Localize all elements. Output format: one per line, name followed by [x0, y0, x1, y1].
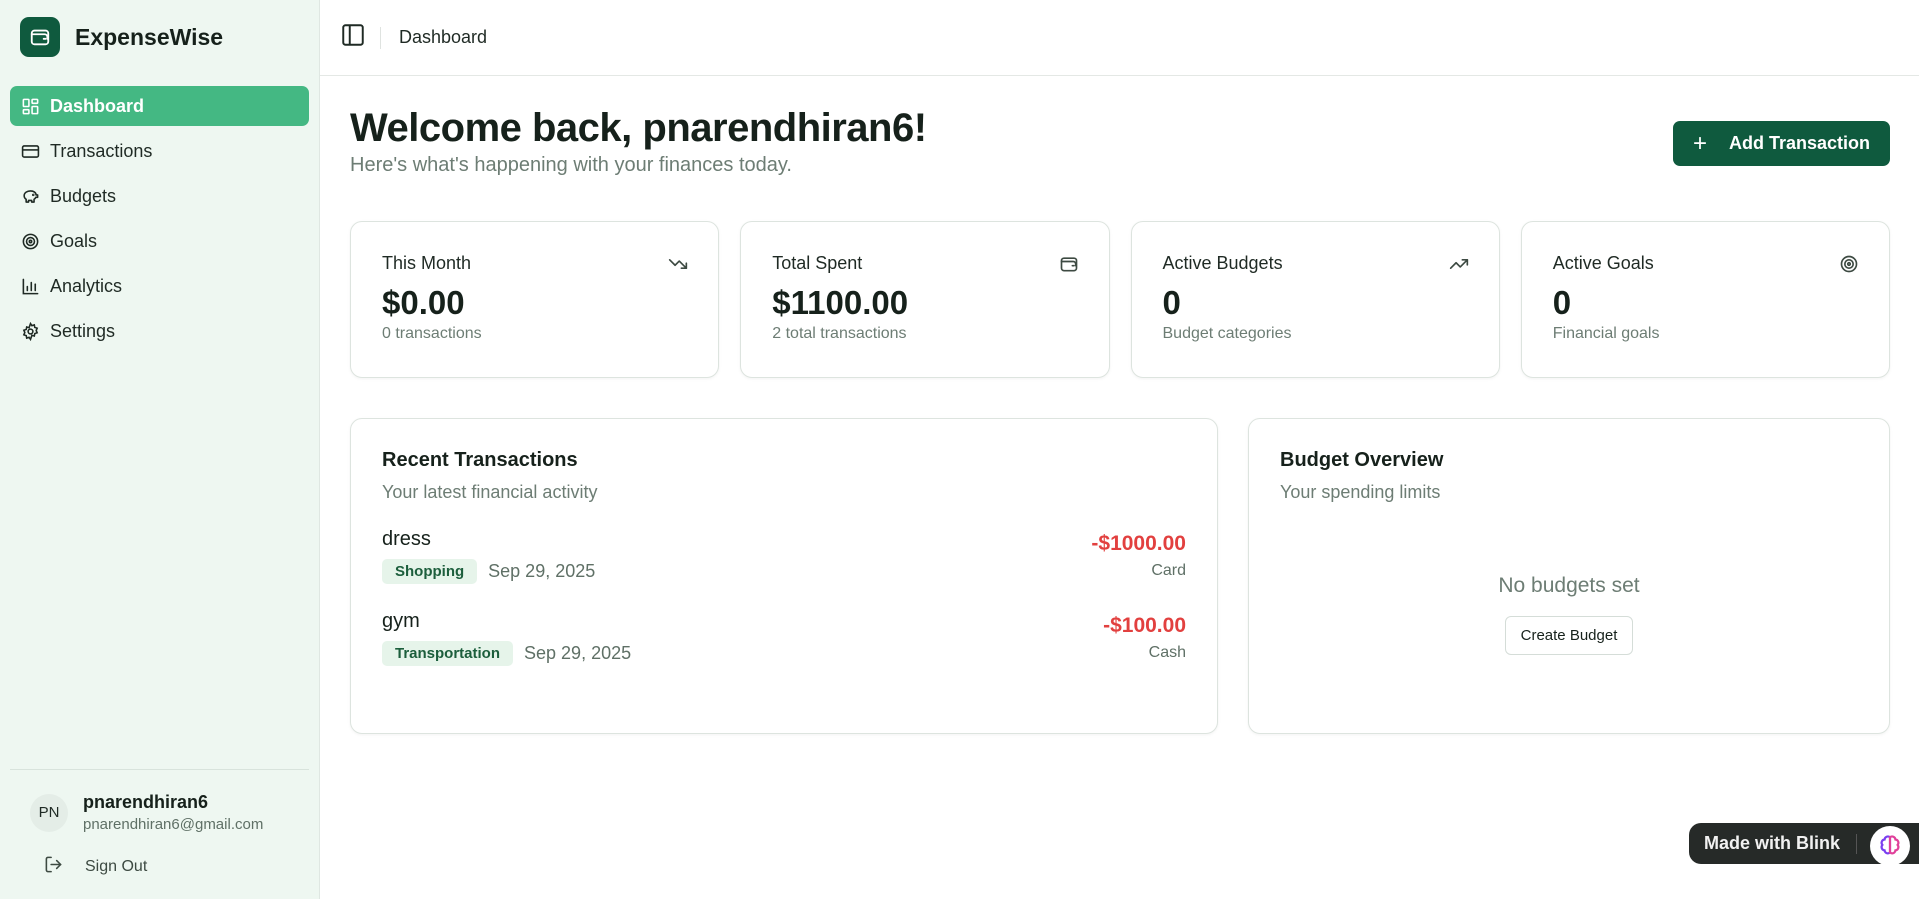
transaction-amount: -$100.00 [1103, 614, 1186, 637]
budget-overview-card: Budget Overview Your spending limits No … [1248, 418, 1890, 734]
trending-down-icon [668, 254, 688, 274]
transaction-date: Sep 29, 2025 [488, 561, 596, 581]
sidebar-toggle-icon[interactable] [340, 22, 366, 53]
dashboard-icon [21, 97, 40, 116]
sign-out-button[interactable]: Sign Out [10, 833, 309, 879]
transaction-list: dress Shopping Sep 29, 2025 -$1000.00 Ca… [382, 528, 1186, 692]
user-name: pnarendhiran6 [83, 792, 209, 812]
sidebar: ExpenseWise Dashboard Transactions Budge… [0, 0, 320, 899]
sidebar-item-goals[interactable]: Goals [10, 221, 309, 261]
sidebar-item-analytics[interactable]: Analytics [10, 266, 309, 306]
stats-row: This Month $0.00 0 transactions Total Sp… [350, 221, 1890, 378]
stat-subtitle: 2 total transactions [772, 325, 907, 342]
sidebar-item-label: Settings [50, 320, 116, 341]
sign-out-label: Sign Out [85, 858, 148, 875]
stat-subtitle: Budget categories [1162, 325, 1292, 342]
transaction-name: dress [382, 528, 431, 550]
sidebar-item-label: Analytics [50, 275, 123, 296]
list-item[interactable]: dress Shopping Sep 29, 2025 -$1000.00 Ca… [382, 528, 1186, 610]
sidebar-item-label: Budgets [50, 185, 117, 206]
list-item[interactable]: gym Transportation Sep 29, 2025 -$100.00… [382, 610, 1186, 692]
sidebar-item-label: Transactions [50, 140, 153, 161]
stat-value: 0 [1552, 284, 1572, 321]
topbar: Dashboard [320, 0, 1919, 76]
gear-icon [21, 321, 40, 341]
sidebar-nav: Dashboard Transactions Budgets Goals Ana… [0, 74, 319, 356]
payment-method: Card [1151, 562, 1186, 579]
app-name: ExpenseWise [75, 23, 224, 50]
brand[interactable]: ExpenseWise [0, 0, 319, 74]
piggy-bank-icon [21, 187, 40, 206]
add-transaction-button[interactable]: + Add Transaction [1673, 121, 1890, 166]
empty-state: No budgets set Create Budget [1249, 574, 1889, 655]
sidebar-item-dashboard[interactable]: Dashboard [10, 86, 309, 126]
target-icon [1839, 254, 1859, 274]
bar-chart-icon [21, 277, 40, 296]
avatar: PN [30, 793, 68, 832]
badge-label: Made with Blink [1704, 833, 1841, 853]
plus-icon: + [1692, 129, 1707, 157]
transaction-amount: -$1000.00 [1091, 532, 1186, 555]
logout-icon [44, 855, 63, 879]
topbar-divider [380, 26, 381, 49]
recent-transactions-card: Recent Transactions Your latest financia… [350, 418, 1218, 734]
user-email: pnarendhiran6@gmail.com [83, 816, 264, 833]
category-badge: Transportation [382, 641, 514, 666]
stat-card-active-goals: Active Goals 0 Financial goals [1520, 221, 1890, 378]
sidebar-item-label: Dashboard [50, 95, 145, 116]
empty-state-text: No budgets set [1498, 574, 1640, 597]
stat-card-active-budgets: Active Budgets 0 Budget categories [1130, 221, 1500, 378]
category-badge: Shopping [382, 559, 478, 584]
payment-method: Cash [1148, 644, 1186, 661]
credit-card-icon [21, 142, 40, 161]
sidebar-item-label: Goals [50, 230, 98, 251]
breadcrumb: Dashboard [399, 27, 488, 47]
page-subtitle: Here's what's happening with your financ… [350, 154, 792, 176]
card-subtitle: Your spending limits [1280, 482, 1441, 502]
stat-value: $0.00 [382, 284, 465, 321]
transaction-name: gym [382, 610, 420, 632]
badge-divider [1856, 833, 1858, 854]
brain-icon[interactable] [1870, 826, 1910, 866]
stat-card-this-month: This Month $0.00 0 transactions [350, 221, 720, 378]
stat-value: $1100.00 [772, 284, 909, 321]
wallet-icon [1059, 254, 1079, 274]
stat-subtitle: Financial goals [1552, 325, 1660, 342]
trending-up-icon [1449, 254, 1469, 274]
target-icon [21, 232, 40, 251]
wallet-logo-icon [20, 17, 60, 57]
panels-row: Recent Transactions Your latest financia… [350, 418, 1890, 734]
sidebar-item-transactions[interactable]: Transactions [10, 131, 309, 171]
transaction-date: Sep 29, 2025 [524, 643, 632, 663]
sidebar-item-budgets[interactable]: Budgets [10, 176, 309, 216]
sidebar-item-settings[interactable]: Settings [10, 311, 309, 351]
stat-value: 0 [1162, 284, 1181, 321]
sidebar-footer: PN pnarendhiran6 pnarendhiran6@gmail.com… [10, 769, 309, 899]
card-title: Recent Transactions [382, 449, 578, 471]
card-subtitle: Your latest financial activity [382, 482, 598, 502]
add-transaction-label: Add Transaction [1728, 133, 1871, 153]
card-title: Budget Overview [1280, 449, 1444, 471]
user-profile[interactable]: PN pnarendhiran6 pnarendhiran6@gmail.com [10, 770, 309, 833]
page-title: Welcome back, pnarendhiran6! [350, 106, 927, 150]
stat-subtitle: 0 transactions [382, 325, 482, 342]
stat-card-total-spent: Total Spent $1100.00 2 total transaction… [740, 221, 1110, 378]
create-budget-button[interactable]: Create Budget [1504, 616, 1634, 655]
